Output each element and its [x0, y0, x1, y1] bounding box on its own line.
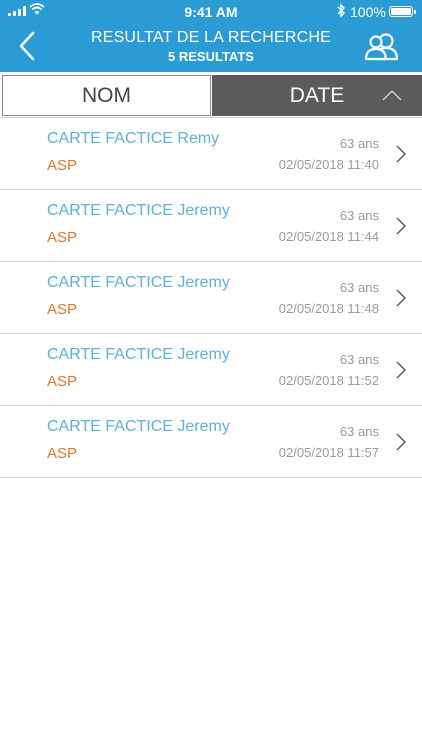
patient-name: CARTE FACTICE Jeremy	[47, 274, 230, 291]
card-type: ASP	[47, 229, 78, 246]
card-type: ASP	[47, 373, 78, 390]
patients-group-icon[interactable]	[364, 32, 400, 62]
patient-age: 63 ans	[339, 352, 379, 367]
result-row[interactable]: CARTE FACTICE Jeremy ASP 63 ans 02/05/20…	[0, 406, 422, 478]
patient-age: 63 ans	[339, 136, 379, 151]
patient-name: CARTE FACTICE Jeremy	[47, 418, 230, 435]
reading-datetime: 02/05/2018 11:48	[278, 301, 379, 316]
patient-name: CARTE FACTICE Remy	[47, 130, 220, 147]
sort-ascending-chevron-icon	[382, 90, 402, 101]
patient-name: CARTE FACTICE Jeremy	[47, 346, 230, 363]
patient-age: 63 ans	[339, 424, 379, 439]
card-type: ASP	[47, 157, 78, 174]
chevron-right-icon	[396, 361, 406, 379]
sort-segmented-control: NOM DATE	[0, 72, 422, 118]
patient-name: CARTE FACTICE Jeremy	[47, 202, 230, 219]
back-chevron-icon[interactable]	[14, 30, 42, 62]
sort-tab-date[interactable]: DATE	[212, 75, 422, 116]
battery-percentage: 100%	[350, 4, 386, 20]
result-row[interactable]: CARTE FACTICE Jeremy ASP 63 ans 02/05/20…	[0, 262, 422, 334]
patient-age: 63 ans	[339, 280, 379, 295]
reading-datetime: 02/05/2018 11:44	[278, 229, 379, 244]
result-row[interactable]: CARTE FACTICE Jeremy ASP 63 ans 02/05/20…	[0, 334, 422, 406]
result-row[interactable]: CARTE FACTICE Remy ASP 63 ans 02/05/2018…	[0, 118, 422, 190]
navigation-bar: 9:41 AM 100% RESULTAT DE LA RECHERCHE 5 …	[0, 0, 422, 72]
card-type: ASP	[47, 445, 78, 462]
battery-icon	[389, 6, 416, 17]
reading-datetime: 02/05/2018 11:52	[278, 373, 379, 388]
chevron-right-icon	[396, 217, 406, 235]
page-title: RESULTAT DE LA RECHERCHE	[90, 29, 332, 46]
status-bar: 9:41 AM 100%	[0, 0, 422, 24]
chevron-right-icon	[396, 289, 406, 307]
chevron-right-icon	[396, 145, 406, 163]
results-count: 5 RESULTATS	[168, 49, 254, 64]
result-row[interactable]: CARTE FACTICE Jeremy ASP 63 ans 02/05/20…	[0, 190, 422, 262]
bluetooth-icon	[337, 3, 345, 18]
reading-datetime: 02/05/2018 11:40	[278, 157, 379, 172]
card-type: ASP	[47, 301, 78, 318]
patient-age: 63 ans	[339, 208, 379, 223]
sort-tab-name[interactable]: NOM	[2, 75, 211, 116]
reading-datetime: 02/05/2018 11:57	[278, 445, 379, 460]
chevron-right-icon	[396, 433, 406, 451]
results-list: CARTE FACTICE Remy ASP 63 ans 02/05/2018…	[0, 118, 422, 478]
